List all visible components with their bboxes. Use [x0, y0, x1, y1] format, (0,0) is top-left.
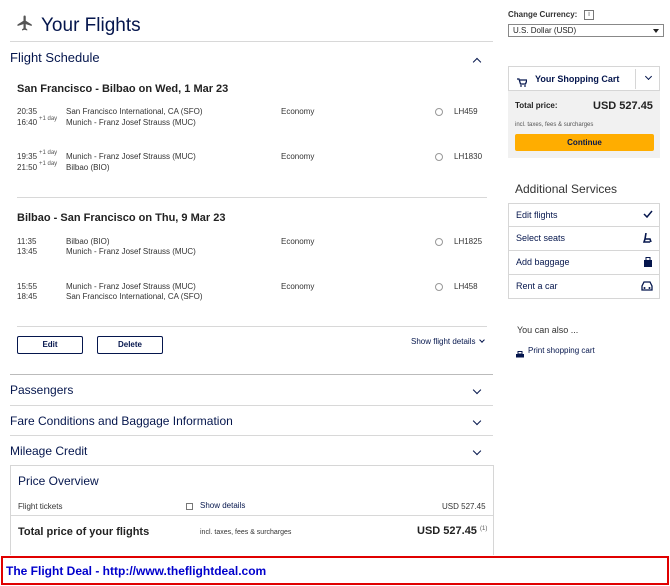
show-details-link[interactable]: Show details — [200, 501, 245, 510]
outbound-heading: San Francisco - Bilbao on Wed, 1 Mar 23 — [17, 83, 229, 95]
segment-dep-time: 15:55 — [17, 282, 38, 291]
show-flight-details-link[interactable]: Show flight details — [411, 337, 485, 346]
seat-icon — [642, 232, 653, 245]
you-can-also-label: You can also ... — [517, 325, 579, 335]
segment-dep-time: 20:35 — [17, 107, 38, 116]
segment-arr-day: +1 day — [39, 116, 58, 122]
tickets-amount: USD 527.45 — [442, 502, 486, 511]
service-rent-a-car[interactable]: Rent a car — [508, 275, 660, 299]
segment-arr-day: +1 day — [39, 161, 58, 167]
mileage-credit-section-header[interactable]: Mileage Credit — [10, 444, 87, 458]
additional-services-title: Additional Services — [515, 182, 618, 196]
continue-button[interactable]: Continue — [515, 134, 654, 151]
segment-to: Bilbao (BIO) — [66, 163, 110, 172]
service-label: Rent a car — [516, 281, 558, 291]
fare-conditions-section-header[interactable]: Fare Conditions and Baggage Information — [10, 414, 233, 428]
chevron-down-icon[interactable] — [472, 385, 482, 395]
print-cart-link[interactable]: Print shopping cart — [528, 346, 595, 355]
passengers-section-header[interactable]: Passengers — [10, 383, 73, 397]
footer-banner: The Flight Deal - http://www.theflightde… — [1, 556, 669, 585]
edit-button[interactable]: Edit — [17, 336, 83, 354]
printer-icon — [516, 346, 524, 364]
segment-flight-number: LH459 — [454, 107, 478, 116]
baggage-icon — [643, 257, 653, 269]
info-icon[interactable]: i — [584, 10, 594, 20]
service-add-baggage[interactable]: Add baggage — [508, 251, 660, 275]
footer-text[interactable]: The Flight Deal - http://www.theflightde… — [6, 564, 266, 578]
segment-flight-number: LH1830 — [454, 152, 483, 161]
segment-from: Munich - Franz Josef Strauss (MUC) — [66, 152, 196, 161]
segment-cabin: Economy — [281, 152, 315, 161]
cart-title: Your Shopping Cart — [535, 74, 620, 84]
car-icon — [641, 281, 653, 293]
segment-to: San Francisco International, CA (SFO) — [66, 292, 203, 301]
service-label: Select seats — [516, 233, 566, 243]
operator-logo-icon — [435, 238, 443, 246]
segment-arr-time: 18:45 — [17, 292, 38, 301]
show-flight-details-label: Show flight details — [411, 337, 476, 346]
cart-icon — [517, 74, 528, 92]
cart-total-value: USD 527.45 — [593, 100, 653, 112]
segment-from: Bilbao (BIO) — [66, 237, 110, 246]
segment-arr-time: 16:40 — [17, 118, 38, 127]
total-price-amount: USD 527.45 — [417, 525, 477, 537]
segment-flight-number: LH1825 — [454, 237, 483, 246]
service-label: Add baggage — [516, 257, 570, 267]
currency-label: Change Currency: — [508, 10, 578, 19]
delete-button[interactable]: Delete — [97, 336, 163, 354]
segment-dep-time: 19:35 — [17, 152, 38, 161]
plane-icon — [16, 14, 34, 37]
total-footnote: (1) — [480, 526, 488, 532]
flight-tickets-label: Flight tickets — [18, 502, 63, 511]
price-overview-title: Price Overview — [18, 474, 99, 488]
dropdown-arrow-icon — [653, 29, 659, 33]
checkmark-icon — [643, 210, 653, 220]
segment-from: Munich - Franz Josef Strauss (MUC) — [66, 282, 196, 291]
currency-select[interactable]: U.S. Dollar (USD) — [508, 24, 664, 37]
page-title: Your Flights — [41, 15, 141, 36]
chevron-down-icon[interactable] — [644, 72, 653, 81]
chevron-up-icon[interactable] — [472, 57, 482, 67]
segment-cabin: Economy — [281, 107, 315, 116]
inbound-heading: Bilbao - San Francisco on Thu, 9 Mar 23 — [17, 212, 226, 224]
segment-to: Munich - Franz Josef Strauss (MUC) — [66, 118, 196, 127]
currency-select-value: U.S. Dollar (USD) — [513, 26, 577, 35]
segment-flight-number: LH458 — [454, 282, 478, 291]
cart-incl-label: incl. taxes, fees & surcharges — [515, 122, 594, 128]
total-price-label: Total price of your flights — [18, 526, 150, 538]
segment-cabin: Economy — [281, 282, 315, 291]
cart-total-label: Total price: — [515, 101, 558, 110]
segment-from: San Francisco International, CA (SFO) — [66, 107, 203, 116]
segment-dep-day: +1 day — [39, 150, 58, 156]
chevron-down-icon[interactable] — [472, 416, 482, 426]
operator-logo-icon — [435, 153, 443, 161]
segment-arr-time: 13:45 — [17, 247, 38, 256]
chevron-down-icon — [478, 337, 485, 343]
flight-schedule-header[interactable]: Flight Schedule — [10, 50, 100, 65]
segment-to: Munich - Franz Josef Strauss (MUC) — [66, 247, 196, 256]
chevron-down-icon[interactable] — [472, 446, 482, 456]
cart-header[interactable]: Your Shopping Cart — [508, 66, 660, 91]
operator-logo-icon — [435, 283, 443, 291]
service-label: Edit flights — [516, 210, 558, 220]
segment-dep-time: 11:35 — [17, 237, 37, 246]
copy-icon — [186, 503, 193, 510]
segment-arr-time: 21:50 — [17, 163, 38, 172]
segment-cabin: Economy — [281, 237, 315, 246]
service-select-seats[interactable]: Select seats — [508, 227, 660, 251]
operator-logo-icon — [435, 108, 443, 116]
service-edit-flights[interactable]: Edit flights — [508, 203, 660, 227]
total-incl-label: incl. taxes, fees & surcharges — [200, 529, 292, 536]
